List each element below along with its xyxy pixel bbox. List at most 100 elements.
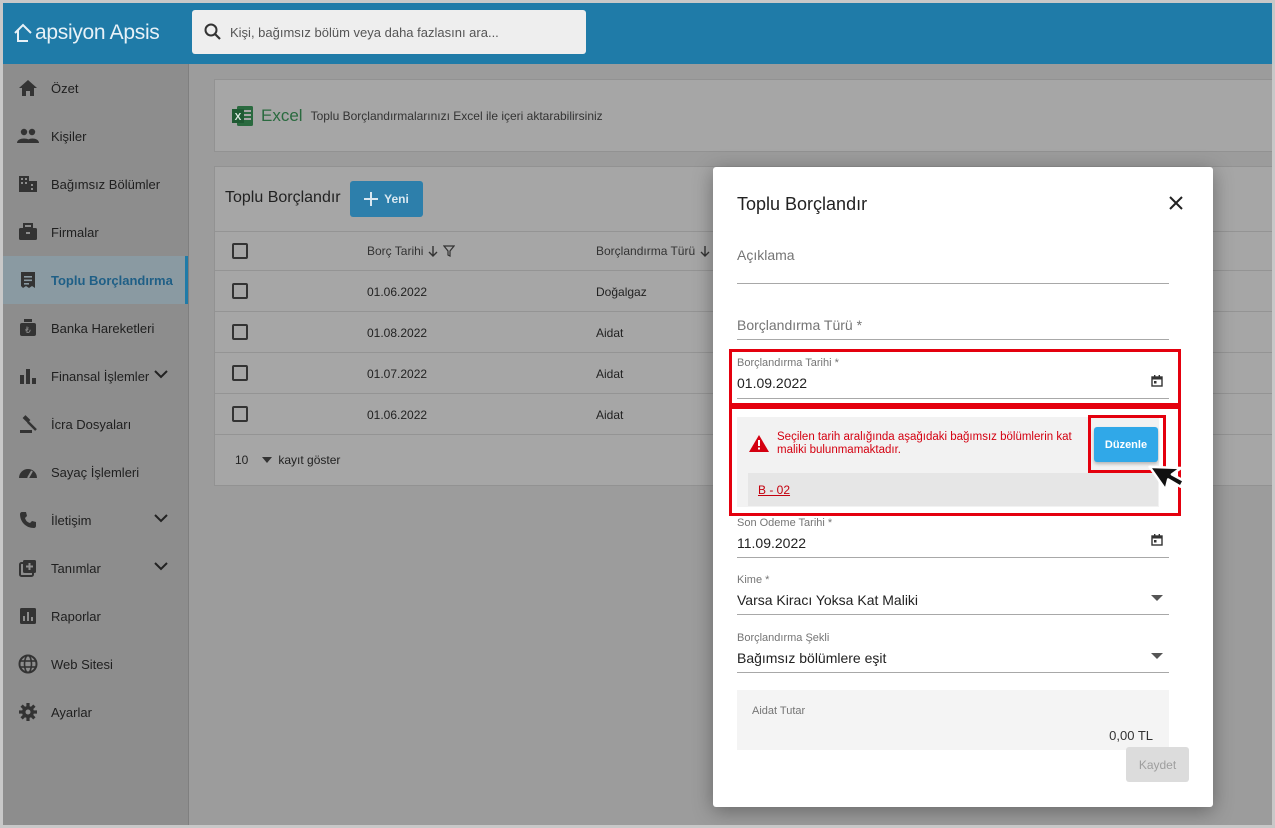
bar-chart-icon: [17, 365, 39, 387]
column-header-borc-tarihi[interactable]: Borç Tarihi: [367, 244, 456, 258]
gavel-icon: [17, 413, 39, 435]
sidebar-item-label: Sayaç İşlemleri: [51, 464, 140, 480]
sidebar-item-label: Raporlar: [51, 608, 101, 624]
sidebar-item-icra-dosyalari[interactable]: İcra Dosyaları: [3, 400, 188, 448]
kime-value: Varsa Kiracı Yoksa Kat Maliki: [737, 592, 919, 608]
aciklama-placeholder: Açıklama: [737, 247, 795, 263]
borclandirma-sekli-value: Bağımsız bölümlere eşit: [737, 650, 887, 666]
row-checkbox[interactable]: [232, 283, 248, 299]
save-button-label: Kaydet: [1138, 757, 1177, 772]
select-all-checkbox[interactable]: [232, 243, 248, 259]
sidebar-item-iletisim[interactable]: İletişim: [3, 496, 188, 544]
report-icon: [17, 605, 39, 627]
dialog-title: Toplu Borçlandır: [737, 194, 868, 214]
son-odeme-tarihi-label: Son Odeme Tarihi *: [737, 517, 833, 529]
row-date: 01.07.2022: [367, 367, 428, 381]
son-odeme-tarihi-field[interactable]: Son Odeme Tarihi * 11.09.2022: [737, 517, 1169, 558]
search-icon: [204, 23, 221, 40]
sidebar: Özet Kişiler Bağımsız Bölümler Firmalar …: [3, 64, 189, 825]
excel-icon: X: [232, 105, 253, 126]
globe-icon: [17, 653, 39, 675]
sidebar-item-toplu-borclandirma[interactable]: Toplu Borçlandırma: [3, 256, 188, 304]
aidat-tutar-field[interactable]: Aidat Tutar 0,00 TL: [737, 690, 1169, 750]
row-checkbox[interactable]: [232, 365, 248, 381]
sidebar-item-label: Kişiler: [51, 128, 87, 144]
kime-select[interactable]: Kime * Varsa Kiracı Yoksa Kat Maliki: [737, 574, 1169, 615]
phone-icon: [17, 509, 39, 531]
row-checkbox[interactable]: [232, 406, 248, 422]
sidebar-item-label: İletişim: [51, 512, 92, 528]
app-logo[interactable]: apsiyon Apsis: [13, 21, 160, 45]
search-input[interactable]: Kişi, bağımsız bölüm veya daha fazlasını…: [192, 10, 586, 54]
borclandirma-turu-placeholder: Borçlandırma Türü *: [737, 317, 863, 333]
aidat-tutar-label: Aidat Tutar: [752, 705, 806, 717]
calendar-icon[interactable]: [1151, 534, 1163, 549]
column-header-label: Borçlandırma Türü: [596, 244, 696, 258]
mouse-cursor-icon: [1141, 445, 1189, 494]
app-frame: apsiyon Apsis Kişi, bağımsız bölüm veya …: [0, 0, 1275, 828]
chevron-down-icon[interactable]: [154, 367, 168, 382]
sidebar-item-label: Banka Hareketleri: [51, 320, 155, 336]
sidebar-item-label: Web Sitesi: [51, 656, 113, 672]
aciklama-field[interactable]: Açıklama: [737, 247, 1169, 284]
caret-down-icon[interactable]: [1151, 647, 1163, 662]
building-icon: [17, 173, 39, 195]
sidebar-item-label: İcra Dosyaları: [51, 416, 132, 432]
caret-down-icon[interactable]: [262, 457, 273, 463]
sidebar-item-label: Ayarlar: [51, 704, 92, 720]
save-button[interactable]: Kaydet: [1126, 747, 1189, 782]
row-type: Aidat: [596, 367, 624, 381]
excel-title: Excel: [261, 105, 303, 125]
plus-icon: [364, 192, 379, 206]
row-type: Aidat: [596, 326, 624, 340]
borclandirma-turu-field[interactable]: Borçlandırma Türü *: [737, 317, 1169, 340]
chevron-down-icon[interactable]: [154, 511, 168, 526]
sidebar-item-ayarlar[interactable]: Ayarlar: [3, 688, 188, 736]
sidebar-item-ozet[interactable]: Özet: [3, 64, 188, 112]
column-header-label: Borç Tarihi: [367, 244, 424, 258]
caret-down-icon[interactable]: [1151, 589, 1163, 604]
sidebar-item-label: Tanımlar: [51, 560, 101, 576]
sidebar-item-bagimsiz-bolumler[interactable]: Bağımsız Bölümler: [3, 160, 188, 208]
excel-import-card[interactable]: X Excel Toplu Borçlandırmalarınızı Excel…: [214, 79, 1272, 152]
sidebar-item-kisiler[interactable]: Kişiler: [3, 112, 188, 160]
home-icon: [17, 77, 39, 99]
sidebar-item-banka-hareketleri[interactable]: ₺ Banka Hareketleri: [3, 304, 188, 352]
chevron-down-icon[interactable]: [154, 559, 168, 574]
borclandirma-sekli-label: Borçlandırma Şekli: [737, 632, 830, 644]
excel-description: Toplu Borçlandırmalarınızı Excel ile içe…: [310, 108, 603, 123]
meter-icon: [17, 461, 39, 483]
sidebar-item-firmalar[interactable]: Firmalar: [3, 208, 188, 256]
new-button[interactable]: Yeni: [350, 181, 423, 217]
sidebar-item-tanimlar[interactable]: Tanımlar: [3, 544, 188, 592]
new-button-label: Yeni: [384, 192, 409, 206]
row-date: 01.08.2022: [367, 326, 428, 340]
son-odeme-tarihi-value: 11.09.2022: [737, 535, 807, 551]
sidebar-item-raporlar[interactable]: Raporlar: [3, 592, 188, 640]
column-header-borclandirma-turu[interactable]: Borçlandırma Türü: [596, 244, 710, 258]
row-checkbox[interactable]: [232, 324, 248, 340]
sort-arrow-down-icon[interactable]: [428, 245, 438, 257]
filter-icon[interactable]: [443, 245, 456, 257]
row-date: 01.06.2022: [367, 285, 428, 299]
gear-icon: [17, 701, 39, 723]
list-title: Toplu Borçlandır: [225, 189, 341, 206]
page-size-selector[interactable]: 10 kayıt göster: [235, 453, 340, 467]
aidat-tutar-value: 0,00 TL: [1109, 728, 1153, 743]
people-icon: [17, 125, 39, 147]
add-box-icon: [17, 557, 39, 579]
sort-arrow-down-icon[interactable]: [700, 245, 710, 257]
top-bar: apsiyon Apsis Kişi, bağımsız bölüm veya …: [3, 3, 1272, 64]
row-date: 01.06.2022: [367, 408, 428, 422]
sidebar-item-web-sitesi[interactable]: Web Sitesi: [3, 640, 188, 688]
close-icon[interactable]: [1168, 195, 1184, 214]
svg-text:₺: ₺: [25, 326, 31, 336]
sidebar-item-label: Finansal İşlemler: [51, 368, 150, 384]
page-size-value: 10: [235, 453, 249, 467]
sidebar-item-sayac-islemleri[interactable]: Sayaç İşlemleri: [3, 448, 188, 496]
borclandirma-sekli-select[interactable]: Borçlandırma Şekli Bağımsız bölümlere eş…: [737, 632, 1169, 673]
sidebar-item-label: Toplu Borçlandırma: [51, 272, 173, 288]
row-type: Aidat: [596, 408, 624, 422]
sidebar-item-finansal-islemler[interactable]: Finansal İşlemler: [3, 352, 188, 400]
search-placeholder: Kişi, bağımsız bölüm veya daha fazlasını…: [230, 24, 499, 40]
